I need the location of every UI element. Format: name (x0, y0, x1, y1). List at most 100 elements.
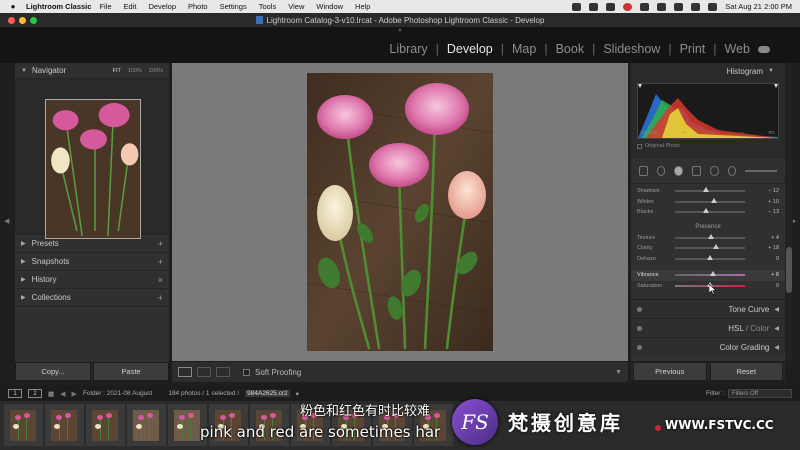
main-photo[interactable] (307, 73, 493, 351)
slider-knob[interactable] (712, 244, 719, 250)
image-work-area[interactable] (172, 63, 628, 361)
menubar-clock[interactable]: Sat Aug 21 2:00 PM (725, 2, 792, 11)
histogram-header[interactable]: Histogram ▼ (631, 63, 785, 79)
add-snapshot-button[interactable]: + (158, 257, 163, 267)
menu-settings[interactable]: Settings (220, 2, 247, 11)
filmstrip-thumbnail[interactable] (45, 404, 84, 446)
menu-file[interactable]: File (99, 2, 111, 11)
shadows-slider[interactable] (675, 187, 745, 193)
spotlight-search-icon[interactable] (691, 2, 701, 11)
panel-visibility-icon[interactable] (637, 306, 642, 312)
previous-button[interactable]: Previous (633, 362, 707, 381)
cloud-sync-icon[interactable] (758, 45, 770, 53)
histogram[interactable]: ISO 200 — — — RC (637, 83, 779, 139)
copy-settings-button[interactable]: Copy... (15, 362, 91, 381)
app-menu[interactable]: Lightroom Classic (26, 2, 91, 11)
module-library[interactable]: Library (389, 42, 427, 56)
loupe-view-icon[interactable] (178, 367, 192, 377)
back-arrow-icon[interactable]: ◀ (60, 390, 65, 398)
grid-view-icon[interactable]: ▦ (48, 390, 54, 398)
slider-knob[interactable] (702, 208, 709, 214)
slider-knob[interactable] (711, 197, 718, 203)
creative-cloud-icon[interactable] (623, 2, 633, 11)
wifi-icon[interactable] (674, 2, 684, 11)
forward-arrow-icon[interactable]: ▶ (72, 390, 77, 398)
dehaze-slider[interactable] (675, 254, 745, 260)
blacks-slider[interactable] (675, 208, 745, 214)
slider-knob[interactable] (702, 187, 709, 193)
spot-removal-icon[interactable] (656, 165, 666, 176)
selected-filename[interactable]: 984A2625.cr2 (245, 390, 290, 397)
menu-window[interactable]: Window (316, 2, 343, 11)
red-eye-icon[interactable] (674, 165, 684, 176)
tool-strip-slider[interactable] (745, 169, 778, 172)
record-icon[interactable] (572, 2, 582, 11)
soft-proofing-checkbox[interactable] (243, 368, 250, 376)
paste-settings-button[interactable]: Paste (93, 362, 169, 381)
module-web[interactable]: Web (725, 42, 750, 56)
slider-knob[interactable] (708, 233, 715, 239)
filter-dropdown[interactable]: Filters Off (728, 389, 792, 398)
clarity-slider[interactable] (675, 244, 745, 250)
headphones-icon[interactable] (640, 2, 650, 11)
clear-history-button[interactable]: × (158, 275, 163, 285)
filmstrip-thumbnail[interactable] (127, 404, 166, 446)
menu-help[interactable]: Help (355, 2, 370, 11)
zoom-window-button[interactable] (30, 17, 37, 24)
collections-section[interactable]: ▶ Collections + (15, 289, 169, 307)
dehaze-slider-row[interactable]: Dehaze 0 (631, 254, 785, 265)
menu-view[interactable]: View (288, 2, 304, 11)
module-slideshow[interactable]: Slideshow (603, 42, 660, 56)
scrollbar-thumb[interactable] (786, 247, 792, 293)
module-map[interactable]: Map (512, 42, 536, 56)
color-label[interactable]: / Color (746, 324, 770, 333)
shadows-slider-row[interactable]: Shadows − 12 (631, 186, 785, 197)
navigator-thumbnail[interactable] (45, 99, 141, 239)
texture-value[interactable]: + 4 (771, 235, 779, 241)
vibrance-value[interactable]: + 8 (771, 272, 779, 278)
slider-knob[interactable] (707, 254, 713, 260)
menu-develop[interactable]: Develop (148, 2, 176, 11)
control-center-icon[interactable] (708, 2, 718, 11)
module-develop[interactable]: Develop (447, 42, 493, 56)
battery-icon[interactable] (657, 2, 667, 11)
color-grading-section[interactable]: Color Grading ◀ (631, 337, 785, 356)
whites-value[interactable]: + 10 (768, 199, 779, 205)
dehaze-value[interactable]: 0 (776, 256, 779, 262)
graduated-filter-icon[interactable] (709, 165, 719, 176)
collapse-left-panel-icon[interactable]: ◀ (4, 217, 9, 225)
snapshots-section[interactable]: ▶ Snapshots + (15, 253, 169, 271)
zoom-100[interactable]: 100% (128, 68, 142, 74)
masking-icon[interactable] (692, 165, 701, 176)
whites-slider-row[interactable]: Whites + 10 (631, 197, 785, 208)
clarity-slider-row[interactable]: Clarity + 18 (631, 243, 785, 254)
hsl-section[interactable]: HSL / Color ◀ (631, 318, 785, 337)
crop-tool-icon[interactable] (639, 165, 648, 176)
whites-slider[interactable] (675, 197, 745, 203)
zoom-fit[interactable]: FIT (113, 68, 121, 74)
toolbar-menu-icon[interactable]: ▼ (615, 369, 622, 376)
panel-visibility-icon[interactable] (637, 344, 642, 350)
menu-tools[interactable]: Tools (259, 2, 277, 11)
module-book[interactable]: Book (556, 42, 585, 56)
slider-knob[interactable] (709, 271, 716, 277)
navigator-header[interactable]: ▼ Navigator FIT 100% 200% (15, 63, 169, 79)
minimize-window-button[interactable] (19, 17, 26, 24)
apple-menu-icon[interactable]: ● (6, 2, 20, 11)
collapse-top-panel-icon[interactable]: ▲ (397, 27, 403, 33)
secondary-window-button[interactable]: 2 (28, 389, 42, 398)
saturation-value[interactable]: 0 (776, 283, 779, 289)
texture-slider-row[interactable]: Texture + 4 (631, 233, 785, 244)
original-photo-checkbox[interactable] (637, 143, 642, 149)
menu-edit[interactable]: Edit (124, 2, 137, 11)
add-preset-button[interactable]: + (158, 239, 163, 249)
menu-photo[interactable]: Photo (188, 2, 208, 11)
right-panel-scrollbar[interactable] (785, 63, 793, 361)
vibrance-slider-row[interactable]: Vibrance + 8 (631, 270, 785, 281)
vibrance-slider[interactable] (675, 271, 745, 277)
folder-source[interactable]: Folder : 2021-08 August (83, 390, 152, 397)
filmstrip-thumbnail[interactable] (86, 404, 125, 446)
close-window-button[interactable] (8, 17, 15, 24)
blacks-value[interactable]: − 13 (768, 209, 779, 215)
before-after-icon[interactable] (197, 367, 211, 377)
